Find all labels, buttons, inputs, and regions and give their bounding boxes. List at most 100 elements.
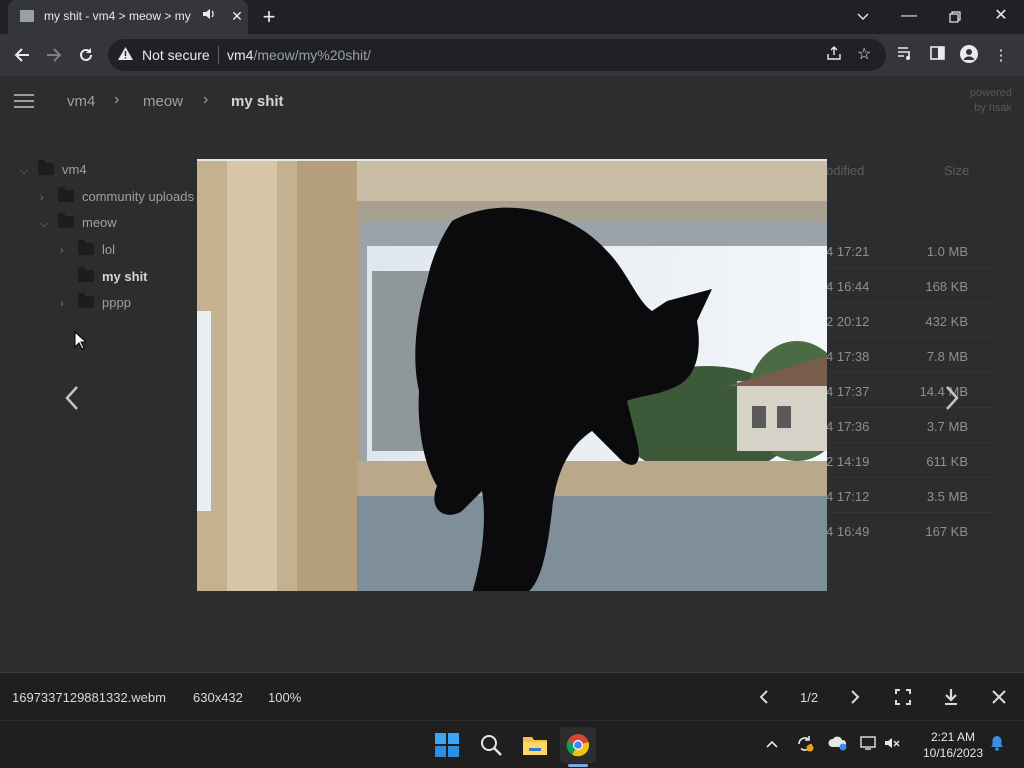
tab-strip: my shit - vm4 > meow > my ✕ + — ✕	[0, 0, 1024, 34]
browser-tab[interactable]: my shit - vm4 > meow > my ✕	[8, 0, 248, 34]
powered-by-text: powered by hsak	[950, 86, 1012, 116]
next-media-arrow[interactable]	[937, 378, 967, 418]
onedrive-icon[interactable]	[828, 735, 848, 754]
zoom-level: 100%	[268, 690, 302, 705]
tree-label: lol	[102, 242, 116, 257]
fullscreen-icon[interactable]	[891, 685, 915, 709]
search-icon[interactable]	[473, 727, 509, 763]
folder-icon	[78, 267, 94, 282]
start-windows-icon[interactable]	[429, 727, 465, 763]
taskbar-clock[interactable]: 2:21 AM 10/16/2023	[918, 729, 988, 761]
row-size: 7.8 MB	[926, 349, 968, 364]
chevron-right-icon: ›	[114, 91, 120, 108]
close-tab-icon[interactable]: ✕	[228, 7, 246, 25]
hamburger-menu-icon[interactable]	[14, 94, 34, 108]
url-text[interactable]: vm4/meow/my%20shit/	[227, 47, 371, 63]
column-header-modified[interactable]: odified	[826, 163, 864, 178]
row-divider	[826, 372, 992, 373]
chrome-icon[interactable]	[560, 727, 596, 767]
viewer-toolbar: 1697337129881332.webm 630x432 100% 1/2	[0, 672, 1024, 720]
row-date: 2 20:12	[826, 314, 870, 329]
folder-icon	[58, 213, 74, 228]
chevron-right-icon[interactable]: ›	[60, 298, 74, 310]
row-size: 3.7 MB	[926, 419, 968, 434]
share-icon[interactable]	[826, 45, 842, 65]
chevron-right-icon[interactable]: ›	[40, 192, 54, 204]
side-panel-icon[interactable]	[926, 45, 948, 67]
file-explorer-icon[interactable]	[517, 727, 553, 763]
security-label[interactable]: Not secure	[142, 47, 210, 63]
back-button[interactable]	[8, 41, 36, 69]
column-header-size[interactable]: Size	[944, 163, 969, 178]
breadcrumb: vm4 › meow › my shit	[0, 90, 700, 114]
row-date: 4 16:44	[826, 279, 870, 294]
folder-icon	[58, 187, 74, 202]
tree-item-community-uploads[interactable]: › community uploads	[40, 187, 194, 209]
row-date: 4 17:37	[826, 384, 870, 399]
media-counter: 1/2	[800, 690, 819, 705]
network-icon[interactable]	[860, 735, 878, 754]
volume-muted-icon[interactable]	[884, 735, 900, 754]
breadcrumb-item[interactable]: meow	[143, 93, 183, 110]
powered-line: by hsak	[974, 102, 1012, 114]
profile-icon[interactable]	[958, 45, 980, 67]
minimize-button[interactable]: —	[886, 0, 932, 34]
tree-item-meow[interactable]: ⌵ meow	[40, 213, 117, 235]
download-icon[interactable]	[939, 685, 963, 709]
chevron-up-icon[interactable]	[766, 735, 778, 751]
row-size: 432 KB	[925, 314, 968, 329]
speaker-icon[interactable]	[202, 7, 218, 25]
notification-bell-icon[interactable]	[990, 735, 1004, 754]
active-indicator	[568, 764, 588, 767]
restore-button[interactable]	[932, 0, 978, 34]
folder-icon	[78, 293, 94, 308]
close-window-button[interactable]: ✕	[978, 0, 1024, 34]
url-host: vm4	[227, 47, 254, 63]
row-date: 4 17:12	[826, 489, 870, 504]
windows-taskbar: 2:21 AM 10/16/2023	[0, 720, 1024, 768]
reload-button[interactable]	[72, 41, 100, 69]
chevron-down-icon[interactable]: ⌵	[20, 165, 34, 178]
chevron-down-icon[interactable]: ⌵	[40, 218, 54, 231]
media-queue-icon[interactable]	[894, 45, 916, 67]
chevron-right-icon[interactable]: ›	[60, 245, 74, 257]
new-tab-button[interactable]: +	[256, 4, 282, 30]
video-player[interactable]	[197, 159, 827, 591]
row-size: 3.5 MB	[926, 489, 968, 504]
forward-button[interactable]	[40, 41, 68, 69]
omnibox-divider	[218, 46, 219, 64]
mouse-cursor-icon	[74, 331, 86, 350]
url-path: /meow/my%20shit/	[253, 47, 371, 63]
warning-icon[interactable]	[118, 47, 133, 63]
breadcrumb-current: my shit	[231, 93, 284, 110]
bookmark-star-icon[interactable]: ☆	[857, 44, 871, 64]
previous-button[interactable]	[752, 685, 776, 709]
tree-label: pppp	[102, 295, 131, 310]
media-filename: 1697337129881332.webm	[12, 690, 166, 705]
tree-item-lol[interactable]: › lol	[60, 240, 116, 262]
powered-line: powered	[969, 87, 1012, 99]
tree-label: my shit	[102, 269, 148, 284]
row-divider	[826, 302, 992, 303]
tree-item-pppp[interactable]: › pppp	[60, 293, 131, 315]
row-divider	[826, 512, 992, 513]
tree-item-vm4[interactable]: ⌵ vm4	[20, 160, 87, 182]
clock-time: 2:21 AM	[930, 730, 976, 744]
row-size: 1.0 MB	[926, 244, 968, 259]
next-button[interactable]	[843, 685, 867, 709]
tree-item-my-shit[interactable]: my shit	[60, 267, 148, 289]
close-viewer-icon[interactable]	[987, 685, 1011, 709]
tab-title: my shit - vm4 > meow > my	[44, 9, 191, 23]
tab-search-icon[interactable]	[840, 0, 886, 34]
previous-media-arrow[interactable]	[57, 378, 87, 418]
row-size: 611 KB	[926, 454, 968, 469]
address-bar[interactable]: Not secure vm4/meow/my%20shit/ ☆	[108, 39, 886, 71]
row-size: 168 KB	[925, 279, 968, 294]
row-divider	[826, 477, 992, 478]
menu-kebab-icon[interactable]: ⋮	[990, 45, 1012, 67]
video-frame-image	[197, 161, 827, 591]
row-size: 167 KB	[925, 524, 968, 539]
tree-label: community uploads	[82, 189, 194, 204]
breadcrumb-item[interactable]: vm4	[67, 93, 95, 110]
sync-icon[interactable]	[796, 735, 814, 756]
